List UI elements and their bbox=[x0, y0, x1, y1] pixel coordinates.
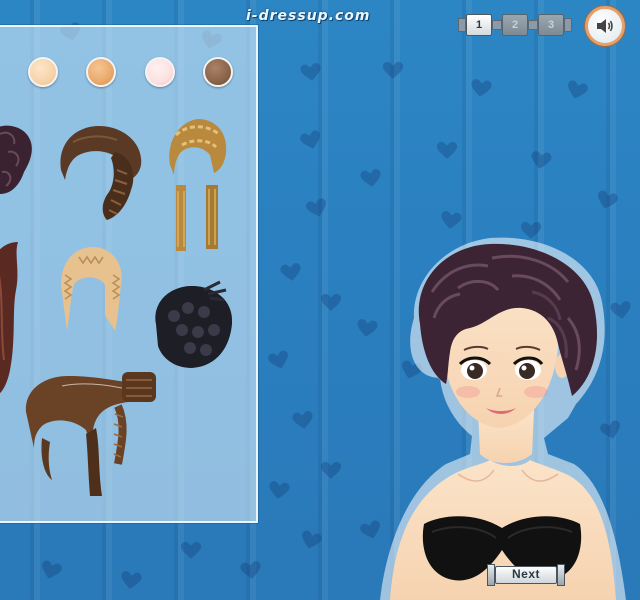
skin-swatch-light[interactable] bbox=[28, 57, 58, 87]
next-button-label: Next bbox=[511, 567, 540, 581]
heart-decoration bbox=[320, 293, 342, 311]
heart-decoration bbox=[298, 529, 323, 552]
heart-decoration bbox=[594, 189, 619, 212]
heart-decoration bbox=[291, 410, 315, 431]
heart-decoration bbox=[529, 150, 553, 171]
heart-decoration bbox=[320, 461, 342, 479]
level-tab-3[interactable]: 3 bbox=[538, 14, 564, 36]
level-tab-2-label: 2 bbox=[511, 19, 519, 31]
site-logo: i-dressup.com bbox=[246, 8, 371, 24]
heart-decoration bbox=[38, 559, 63, 582]
hairstyle-dark-curly[interactable] bbox=[0, 122, 40, 197]
next-button-right-cap bbox=[557, 564, 565, 586]
tab-connector bbox=[528, 20, 538, 30]
hairstyle-blonde-braids[interactable] bbox=[162, 115, 232, 255]
heart-decoration bbox=[299, 62, 323, 83]
heart-decoration bbox=[267, 480, 291, 501]
heart-decoration bbox=[436, 141, 458, 159]
game-stage: i-dressup.com 1 2 3 Next bbox=[0, 0, 640, 600]
next-button[interactable]: Next bbox=[487, 564, 565, 586]
heart-decoration bbox=[239, 560, 263, 581]
heart-decoration bbox=[382, 61, 404, 79]
heart-decoration bbox=[564, 79, 589, 102]
heart-decoration bbox=[267, 349, 292, 372]
hairstyle-blonde-crimped-bob[interactable] bbox=[55, 245, 127, 340]
skin-swatch-dark[interactable] bbox=[203, 57, 233, 87]
level-tab-2[interactable]: 2 bbox=[502, 14, 528, 36]
heart-decoration bbox=[180, 541, 202, 559]
tab-connector bbox=[492, 20, 502, 30]
level-tab-3-label: 3 bbox=[547, 19, 555, 31]
heart-decoration bbox=[359, 168, 383, 189]
skin-swatch-pink[interactable] bbox=[145, 57, 175, 87]
heart-decoration bbox=[469, 78, 493, 99]
heart-decoration bbox=[119, 570, 143, 591]
skin-swatch-tan[interactable] bbox=[86, 57, 116, 87]
tab-connector bbox=[564, 18, 572, 32]
doll-model bbox=[380, 237, 626, 600]
heart-decoration bbox=[279, 262, 303, 283]
next-button-left-cap bbox=[487, 564, 495, 586]
hairstyle-black-braided-updo[interactable] bbox=[152, 280, 237, 370]
level-tab-1-label: 1 bbox=[475, 19, 483, 31]
speaker-icon bbox=[597, 19, 613, 33]
hairstyle-brown-braided-bun[interactable] bbox=[55, 122, 147, 222]
heart-decoration bbox=[299, 129, 324, 152]
sound-button[interactable] bbox=[585, 6, 625, 46]
level-tab-1[interactable]: 1 bbox=[466, 14, 492, 36]
hairstyle-brown-braided-ponytail[interactable] bbox=[22, 368, 162, 500]
tab-connector bbox=[458, 18, 466, 32]
heart-decoration bbox=[305, 197, 330, 220]
